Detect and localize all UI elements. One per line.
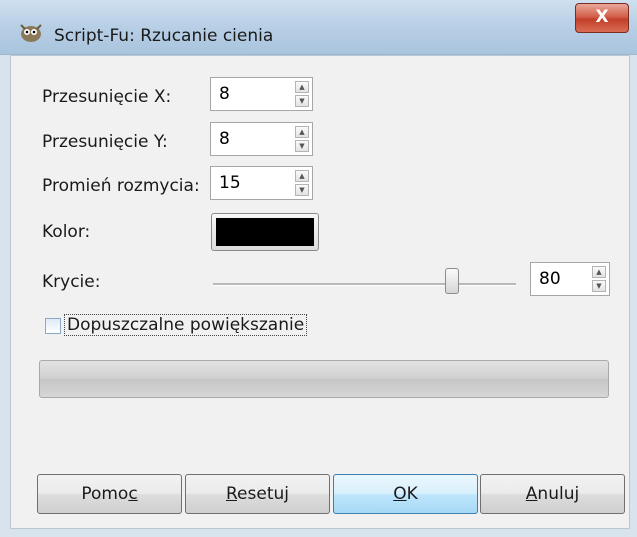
opacity-spin-arrows: ▲ ▼ xyxy=(592,266,606,292)
ok-button-label: OK xyxy=(393,484,418,504)
offset-x-spinbutton[interactable]: 8 ▲ ▼ xyxy=(210,77,313,111)
allow-resize-label[interactable]: Dopuszczalne powiększanie xyxy=(64,314,308,336)
opacity-slider-track[interactable] xyxy=(213,283,516,286)
color-label: Kolor: xyxy=(42,222,91,242)
color-swatch-fill xyxy=(216,218,314,246)
progress-bar xyxy=(39,360,609,398)
window-title: Script-Fu: Rzucanie cienia xyxy=(54,26,274,46)
blur-radius-spin-arrows: ▲ ▼ xyxy=(295,170,309,196)
offset-y-spinbutton[interactable]: 8 ▲ ▼ xyxy=(210,122,313,156)
reset-button[interactable]: Resetuj xyxy=(185,474,330,514)
close-icon: X xyxy=(595,7,609,27)
spin-down-icon[interactable]: ▼ xyxy=(295,95,309,107)
script-fu-dialog: Script-Fu: Rzucanie cienia X Przesunięci… xyxy=(0,0,637,537)
blur-radius-label: Promień rozmycia: xyxy=(42,176,200,196)
opacity-label: Krycie: xyxy=(42,272,101,292)
reset-button-label: Resetuj xyxy=(225,484,289,504)
ok-button[interactable]: OK xyxy=(333,474,478,514)
spin-down-icon[interactable]: ▼ xyxy=(592,280,606,292)
offset-x-label: Przesunięcie X: xyxy=(42,87,172,107)
cancel-button-label: Anuluj xyxy=(525,484,580,504)
color-button[interactable] xyxy=(211,213,319,251)
spin-up-icon[interactable]: ▲ xyxy=(592,266,606,278)
spin-down-icon[interactable]: ▼ xyxy=(295,140,309,152)
cancel-button[interactable]: Anuluj xyxy=(480,474,625,514)
close-button[interactable]: X xyxy=(575,3,629,33)
offset-y-spin-arrows: ▲ ▼ xyxy=(295,126,309,152)
help-button[interactable]: Pomoc xyxy=(37,474,182,514)
offset-x-spin-arrows: ▲ ▼ xyxy=(295,81,309,107)
opacity-slider-handle[interactable] xyxy=(445,268,459,294)
blur-radius-spinbutton[interactable]: 15 ▲ ▼ xyxy=(210,166,313,200)
spin-up-icon[interactable]: ▲ xyxy=(295,81,309,93)
title-bar[interactable]: Script-Fu: Rzucanie cienia X xyxy=(0,0,637,55)
offset-y-value[interactable]: 8 xyxy=(219,129,230,149)
offset-y-label: Przesunięcie Y: xyxy=(42,132,168,152)
opacity-value[interactable]: 80 xyxy=(539,269,561,289)
gimp-wilber-icon xyxy=(20,24,42,42)
spin-down-icon[interactable]: ▼ xyxy=(295,184,309,196)
spin-up-icon[interactable]: ▲ xyxy=(295,170,309,182)
spin-up-icon[interactable]: ▲ xyxy=(295,126,309,138)
allow-resize-checkbox[interactable] xyxy=(45,318,61,334)
blur-radius-value[interactable]: 15 xyxy=(219,173,241,193)
offset-x-value[interactable]: 8 xyxy=(219,84,230,104)
opacity-spinbutton[interactable]: 80 ▲ ▼ xyxy=(530,262,610,296)
help-button-label: Pomoc xyxy=(81,484,138,504)
